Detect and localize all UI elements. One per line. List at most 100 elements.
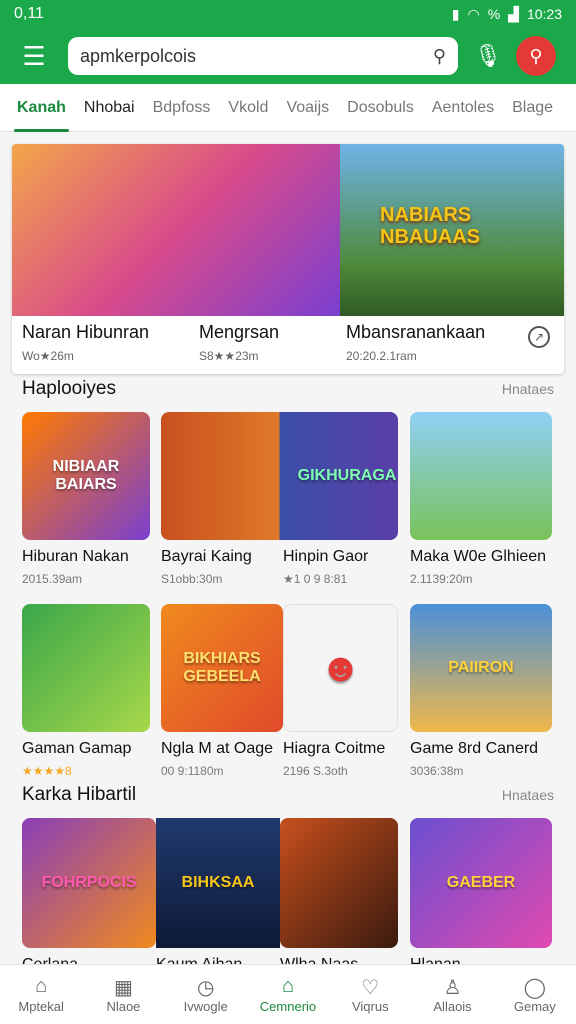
main-content: NABIARS NBAUAAS Naran Hibunran Wo★26m Me… <box>0 132 576 964</box>
app-bar: ☰ ⚲ 🎙 ⚲ <box>0 28 576 84</box>
status-bar: 0,11 ▮ ◠ % ▟ 10:23 <box>0 0 576 28</box>
game-card[interactable]: Gaman Gamap ★★★★8 <box>22 604 154 778</box>
nav-item-mptekal[interactable]: ⌂ Mptekal <box>0 965 82 1024</box>
game-card[interactable]: GAEBER Hlanan <box>410 818 552 964</box>
heart-icon: ♡ <box>361 977 380 999</box>
section-header-1: Haplooiyes Hnataes <box>22 378 554 400</box>
game-thumbnail[interactable]: GIKHURAGA <box>283 412 411 540</box>
account-icon: ◯ <box>523 977 547 999</box>
featured-meta: S8★★23m <box>199 349 259 363</box>
game-name: Hlanan <box>410 956 542 964</box>
game-name: Hinpin Gaor <box>283 548 369 565</box>
featured-meta: Wo★26m <box>22 349 74 363</box>
game-card[interactable]: GIKHURAGA Hinpin Gaor ★1 0 9 8:81 <box>283 412 415 586</box>
game-name: Wlha Naas <box>280 956 412 964</box>
game-card[interactable]: PAIIRON Game 8rd Canerd 3036:38m <box>410 604 552 778</box>
game-name: Bayrai Kaing <box>161 548 252 565</box>
game-card[interactable]: FOHRPOCIS Cerlana <box>22 818 156 964</box>
featured-image-2[interactable]: NABIARS NBAUAAS <box>340 144 564 316</box>
section-title: Haplooiyes <box>22 378 116 399</box>
game-name: Hiagra Coitme <box>283 740 386 757</box>
featured-item-2[interactable]: Mengrsan S8★★23m <box>199 322 279 363</box>
game-thumbnail[interactable]: PAIIRON <box>410 604 552 732</box>
game-card[interactable]: NIBIAAR BAIARS Hiburan Nakan 2015.39am <box>22 412 154 586</box>
tab-bdpfoss[interactable]: Bdpfoss <box>144 84 220 132</box>
featured-item-1[interactable]: Naran Hibunran Wo★26m <box>22 322 149 363</box>
rating-stars: ★★★★8 <box>22 764 72 778</box>
signal-icon: ▟ <box>508 5 519 22</box>
game-meta: 2.1139:20m <box>410 572 473 586</box>
featured-banner[interactable]: NABIARS NBAUAAS Naran Hibunran Wo★26m Me… <box>12 144 564 374</box>
home-icon: ⌂ <box>35 975 48 997</box>
game-card[interactable]: Maka W0e Glhieen 2.1139:20m <box>410 412 552 586</box>
menu-icon[interactable]: ☰ <box>12 34 56 78</box>
featured-item-3[interactable]: Mbansranankaan 20:20.2.1ram <box>346 322 485 363</box>
game-name: Cerlana <box>22 956 154 964</box>
game-card[interactable]: BIKHIARS GEBEELA Ngla M at Oage 00 9:118… <box>161 604 293 778</box>
game-name: Ngla M at Oage <box>161 740 274 757</box>
nav-label: Ivwogle <box>183 999 228 1014</box>
nav-item-nlaoe[interactable]: ▦ Nlaoe <box>82 965 164 1024</box>
game-meta: ★1 0 9 8:81 <box>283 572 348 586</box>
game-thumbnail[interactable] <box>410 412 552 540</box>
game-thumbnail[interactable]: ☻ <box>283 604 398 732</box>
tab-blage[interactable]: Blage <box>503 84 562 132</box>
tab-voaijs[interactable]: Voaijs <box>277 84 338 132</box>
tab-aentoles[interactable]: Aentoles <box>423 84 503 132</box>
tab-nhobai[interactable]: Nhobai <box>75 84 144 132</box>
section-header-2: Karka Hibartil Hnataes <box>22 784 554 806</box>
game-name: Gaman Gamap <box>22 740 132 757</box>
bottom-navigation: ⌂ Mptekal ▦ Nlaoe ◷ Ivwogle ⌂ Cemnerio ♡… <box>0 964 576 1024</box>
search-input[interactable] <box>80 45 433 67</box>
wifi-icon: ◠ <box>467 5 480 22</box>
status-time: 0,11 <box>14 5 44 22</box>
game-name: Game 8rd Canerd <box>410 740 539 757</box>
game-card[interactable]: Wlha Naas <box>280 818 412 964</box>
nav-label: Viqrus <box>351 999 389 1014</box>
game-card[interactable]: BIHKSAA Kaum Aihan <box>156 818 288 964</box>
game-thumbnail[interactable]: BIHKSAA <box>156 818 280 948</box>
mic-icon[interactable]: 🎙 <box>466 34 510 78</box>
featured-banner-art-text: NABIARS NBAUAAS <box>380 204 480 248</box>
featured-meta: 20:20.2.1ram <box>346 349 417 363</box>
game-meta: S1obb:30m <box>161 572 223 586</box>
nav-label: Gemay <box>513 999 556 1014</box>
tab-kanah[interactable]: Kanah <box>8 84 75 132</box>
tab-vkold[interactable]: Vkold <box>219 84 277 132</box>
game-thumbnail[interactable]: FOHRPOCIS <box>22 818 156 948</box>
compass-icon: ◷ <box>196 977 215 999</box>
featured-title: Mbansranankaan <box>346 322 486 342</box>
game-meta: ★★★★8 <box>22 764 154 778</box>
tab-dosobuls[interactable]: Dosobuls <box>338 84 423 132</box>
nav-item-gemay[interactable]: ◯ Gemay <box>494 965 576 1024</box>
game-thumbnail[interactable]: NIBIAAR BAIARS <box>22 412 150 540</box>
nav-item-allaois[interactable]: ♙ Allaois <box>411 965 493 1024</box>
game-name: Hiburan Nakan <box>22 548 129 565</box>
featured-image-1[interactable] <box>12 144 340 316</box>
search-icon[interactable]: ⚲ <box>433 46 446 67</box>
nav-label: Cemnerio <box>259 999 317 1014</box>
game-thumbnail[interactable]: GAEBER <box>410 818 552 948</box>
game-name: Maka W0e Glhieen <box>410 548 547 565</box>
nav-label: Allaois <box>433 999 472 1014</box>
nav-item-cemnerio[interactable]: ⌂ Cemnerio <box>247 965 329 1024</box>
section-more-link[interactable]: Hnataes <box>502 787 554 803</box>
category-tabs: Kanah Nhobai Bdpfoss Vkold Voaijs Dosobu… <box>0 84 576 132</box>
account-avatar-icon[interactable]: ⚲ <box>516 36 556 76</box>
game-thumbnail[interactable]: BIKHIARS GEBEELA <box>161 604 283 732</box>
game-thumbnail[interactable] <box>280 818 398 948</box>
nav-item-ivwogle[interactable]: ◷ Ivwogle <box>165 965 247 1024</box>
game-card[interactable]: Bayrai Kaing S1obb:30m <box>161 412 398 586</box>
grid-icon: ▦ <box>113 977 133 999</box>
game-card[interactable]: ☻ Hiagra Coitme 2196 S.3oth <box>283 604 415 778</box>
nav-item-viqrus[interactable]: ♡ Viqrus <box>329 965 411 1024</box>
notification-icon: ▮ <box>451 5 460 22</box>
share-icon[interactable]: ↗ <box>528 326 550 348</box>
search-box[interactable]: ⚲ <box>68 37 458 75</box>
game-meta: 3036:38m <box>410 764 464 778</box>
section-more-link[interactable]: Hnataes <box>502 381 554 397</box>
game-thumbnail[interactable] <box>22 604 150 732</box>
nav-label: Mptekal <box>18 999 64 1014</box>
battery-label: % <box>487 6 501 22</box>
status-icons: ▮ ◠ % ▟ 10:23 <box>452 6 562 23</box>
